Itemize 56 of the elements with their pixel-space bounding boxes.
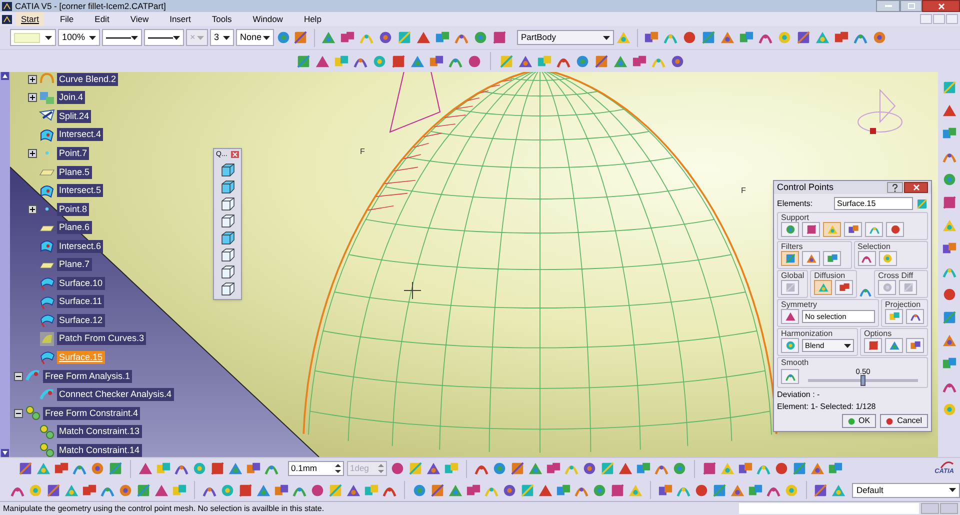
group-title: Symmetry (781, 300, 818, 309)
render-style-dropdown[interactable]: Default (852, 482, 960, 498)
group-title: Diffusion (814, 271, 846, 280)
group-title: Harmonization (781, 329, 834, 338)
body-dropdown[interactable]: PartBody (517, 30, 614, 45)
tree-item[interactable]: Surface.10 (57, 276, 105, 290)
menu-item[interactable]: Edit (90, 12, 114, 26)
constraint-label: F (741, 185, 746, 197)
menu-item[interactable]: File (54, 12, 79, 26)
tree-item[interactable]: Intersect.4 (57, 128, 104, 142)
menu-item[interactable]: Help (298, 12, 326, 26)
field-label: Elements: (777, 198, 814, 210)
tree-item[interactable]: Free Form Analysis.1 (43, 370, 132, 383)
tree-item[interactable]: Free Form Constraint.4 (43, 406, 140, 420)
group-title: Projection (885, 300, 922, 309)
tree-item[interactable]: Curve Blend.2 (57, 72, 118, 86)
tree-item[interactable]: Patch From Curves.3 (57, 332, 146, 346)
menu-item[interactable]: Window (248, 12, 288, 26)
group-title: Options (864, 329, 893, 338)
tree-item[interactable]: Surface.12 (57, 314, 105, 327)
tree-item[interactable]: Plane.6 (57, 221, 92, 234)
property-dropdown[interactable]: None (236, 29, 274, 46)
step-field[interactable]: 0.1mm (288, 461, 344, 476)
status-message: Manipulate the geometry using the control point mesh. No selection is availble in this state. (2, 502, 324, 515)
group-title: Selection (858, 242, 892, 251)
menu-item[interactable]: View (125, 12, 154, 26)
tree-item[interactable]: Match Constraint.14 (57, 444, 142, 457)
property-dropdown[interactable]: 100% (58, 29, 100, 46)
menu-item[interactable]: Tools (206, 12, 237, 26)
group-title: Support (781, 213, 810, 222)
dialog-title: Control Points (777, 180, 834, 194)
tree-item[interactable]: Intersect.6 (57, 240, 104, 253)
constraint-label: F (360, 146, 365, 158)
tree-item[interactable]: Split.24 (57, 110, 92, 123)
tree-item[interactable]: Intersect.5 (57, 184, 104, 198)
element-info-text: Element: 1- Selected: 1/128 (777, 401, 877, 412)
tree-item[interactable]: Point.8 (57, 202, 90, 216)
elements-field[interactable]: Surface.15 (834, 197, 913, 210)
window-title: CATIA V5 - [corner fillet-Icem2.CATPart] (15, 0, 166, 12)
menu-item[interactable]: Insert (164, 12, 196, 26)
tree-item[interactable]: Plane.7 (57, 258, 92, 272)
cancel-button[interactable]: Cancel (880, 414, 928, 428)
group-title: Filters (781, 242, 804, 251)
tree-item[interactable]: Connect Checker Analysis.4 (57, 388, 174, 402)
tree-item[interactable]: Match Constraint.13 (57, 425, 142, 438)
group-title: Cross Diff (878, 271, 914, 280)
ok-button[interactable]: OK (842, 414, 876, 428)
property-dropdown[interactable]: 3 (210, 29, 234, 46)
group-title: Global (781, 271, 804, 280)
group-title: Smooth (781, 358, 810, 367)
deviation-text: Deviation : - (777, 389, 821, 400)
tree-item[interactable]: Plane.5 (57, 166, 92, 178)
menu-item[interactable]: Start (16, 12, 44, 26)
tree-item[interactable]: Surface.11 (57, 295, 104, 308)
tree-item[interactable]: Join.4 (57, 91, 86, 104)
tree-item[interactable]: Point.7 (57, 146, 90, 160)
